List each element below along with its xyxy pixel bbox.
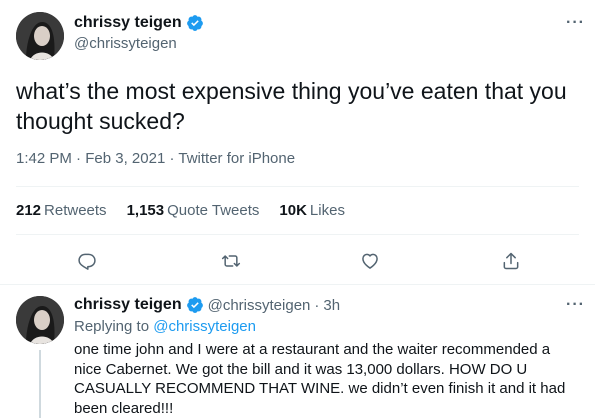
more-icon[interactable]: ··· [566, 296, 585, 314]
avatar-image [16, 296, 64, 344]
divider [16, 234, 579, 235]
author-block: chrissy teigen @chrissyteigen [74, 14, 204, 52]
avatar-image [16, 12, 64, 60]
author-name[interactable]: chrissy teigen [74, 296, 204, 314]
more-icon[interactable]: ··· [566, 14, 585, 32]
quotes-count: 1,153 [126, 202, 165, 219]
retweet-icon [221, 255, 241, 267]
author-handle[interactable]: @chrissyteigen [74, 35, 204, 52]
meta-separator: · [76, 150, 82, 167]
replying-to: Replying to @chrissyteigen [74, 318, 256, 335]
reply-author-row: chrissy teigen @chrissyteigen · 3h [74, 296, 340, 314]
like-icon [362, 253, 378, 269]
quotes-label: Quote Tweets [167, 202, 260, 219]
avatar[interactable] [16, 12, 64, 60]
author-name[interactable]: chrissy teigen [74, 14, 204, 32]
reply-text: one time john and I were at a restaurant… [74, 341, 566, 417]
reply-button[interactable] [72, 246, 102, 276]
display-name-text: chrissy teigen [74, 14, 182, 31]
retweets-label: Retweets [44, 202, 107, 219]
divider [16, 186, 579, 187]
likes-stat[interactable]: 10K Likes [279, 202, 345, 219]
verified-badge-icon [186, 15, 203, 31]
action-bar [0, 246, 595, 276]
thread-line [39, 350, 41, 418]
tweet-age[interactable]: 3h [323, 297, 340, 314]
meta-separator: · [169, 150, 175, 167]
tweet-source[interactable]: Twitter for iPhone [178, 150, 295, 167]
avatar[interactable] [16, 296, 64, 344]
author-handle[interactable]: @chrissyteigen [208, 297, 311, 314]
retweets-stat[interactable]: 212 Retweets [16, 202, 107, 219]
retweet-button[interactable] [216, 246, 246, 276]
retweets-count: 212 [16, 202, 42, 219]
divider [0, 284, 595, 285]
tweet-date[interactable]: Feb 3, 2021 [85, 150, 165, 167]
replying-mention-link[interactable]: @chrissyteigen [153, 318, 256, 335]
likes-count: 10K [279, 202, 307, 219]
likes-label: Likes [309, 202, 345, 219]
tweet-meta: 1:42 PM · Feb 3, 2021 · Twitter for iPho… [16, 150, 295, 167]
share-button[interactable] [496, 246, 526, 276]
tweet-time[interactable]: 1:42 PM [16, 150, 72, 167]
replying-label: Replying to [74, 318, 150, 335]
display-name-text: chrissy teigen [74, 296, 182, 313]
tweet-text: what’s the most expensive thing you’ve e… [16, 78, 567, 134]
tweet-stats: 212 Retweets 1,153 Quote Tweets 10K Likes [16, 202, 345, 219]
like-button[interactable] [355, 246, 385, 276]
quotes-stat[interactable]: 1,153 Quote Tweets [127, 202, 260, 219]
reply-icon [78, 253, 96, 270]
share-icon [503, 252, 519, 270]
verified-badge-icon [186, 297, 203, 313]
meta-separator: · [314, 296, 320, 314]
